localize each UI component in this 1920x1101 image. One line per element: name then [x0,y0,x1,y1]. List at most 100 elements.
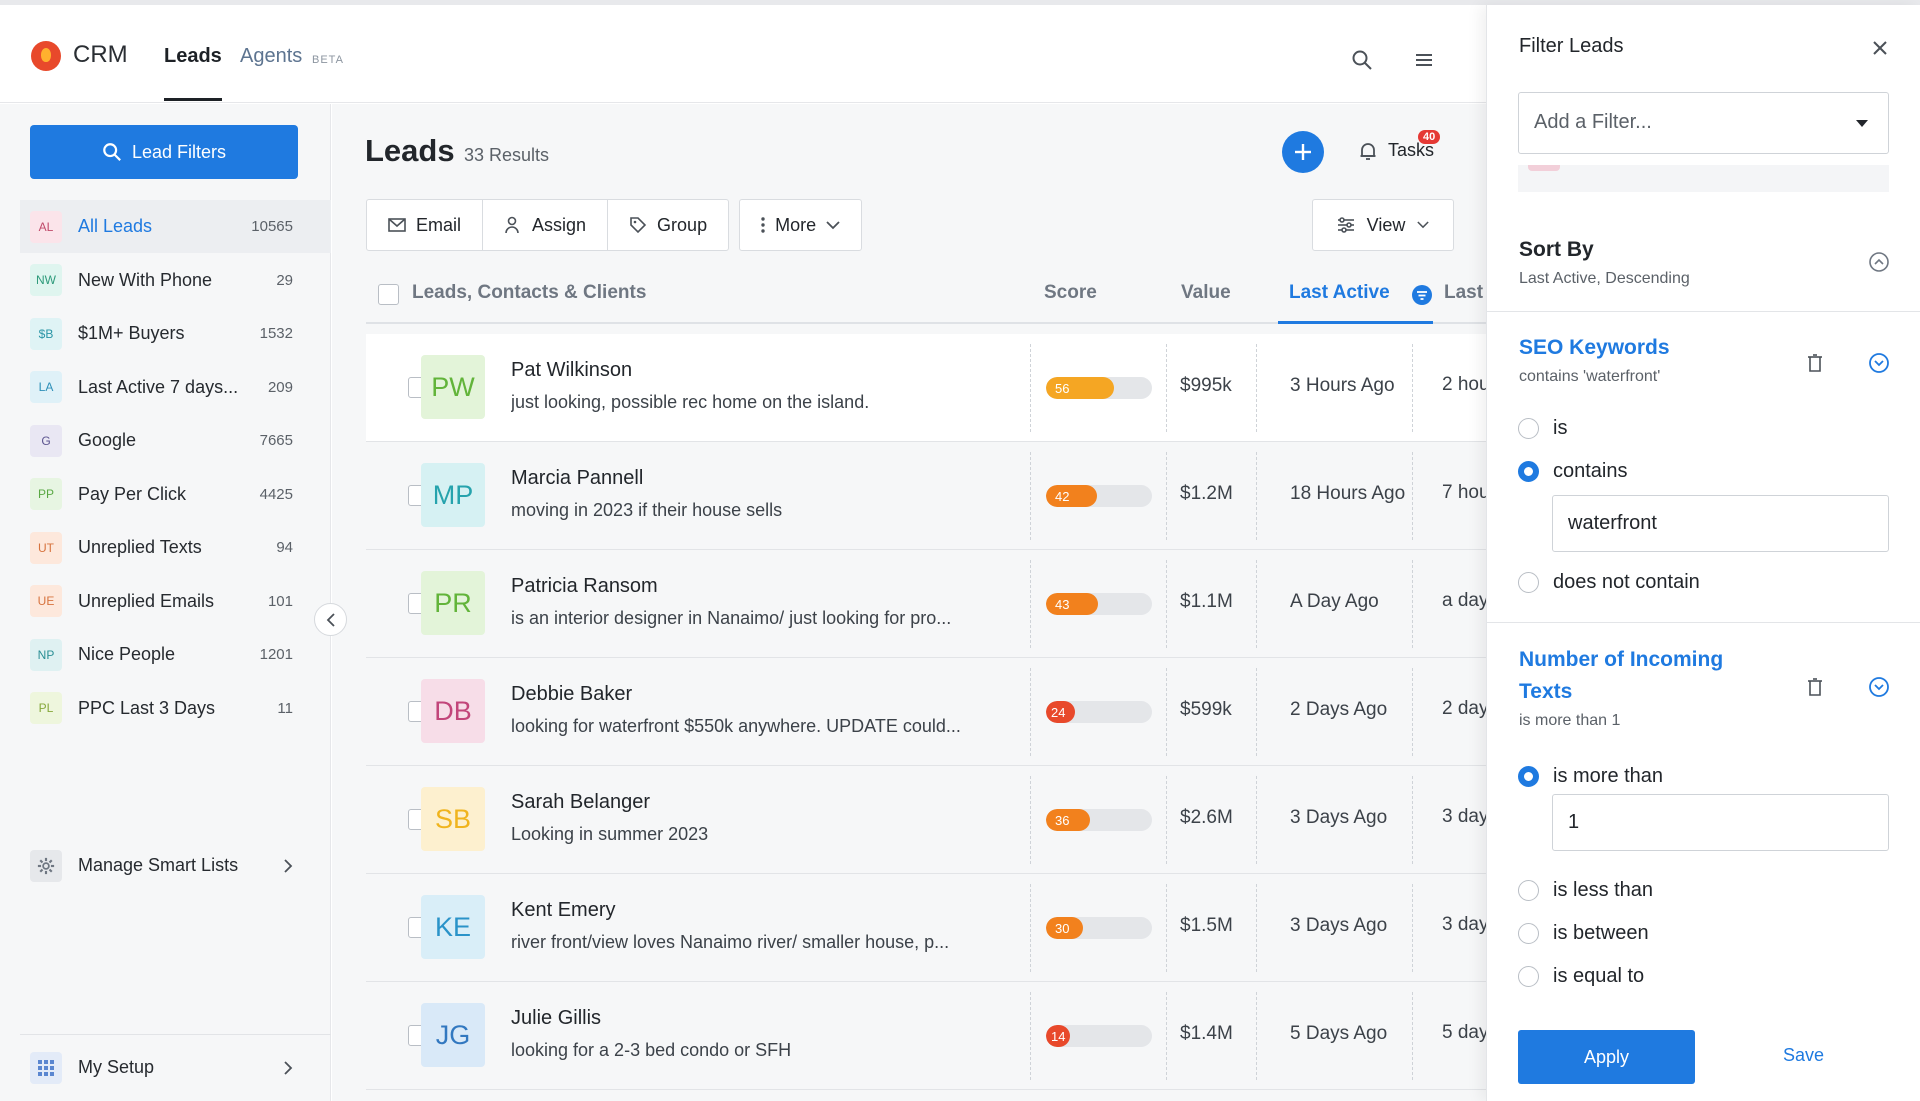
collapse-circle-icon[interactable] [1868,251,1890,273]
incoming-texts-title-line1[interactable]: Number of Incoming [1519,648,1723,672]
nav-tab-leads[interactable]: Leads [164,45,222,101]
list-badge: NW [30,264,62,296]
sidebar-item[interactable]: G Google 7665 [20,414,331,467]
lead-value: $1.4M [1180,1023,1233,1044]
incoming-texts-input[interactable]: 1 [1552,794,1889,851]
expand-circle-icon[interactable] [1868,676,1890,698]
email-button[interactable]: Email [367,200,484,250]
avatar[interactable]: SB [421,787,485,851]
column-leads[interactable]: Leads, Contacts & Clients [412,282,646,304]
table-row[interactable]: JG Julie Gillis looking for a 2-3 bed cond… [366,982,1486,1090]
more-button[interactable]: More [740,200,861,250]
column-divider [1256,884,1257,972]
apply-button[interactable]: Apply [1518,1030,1695,1084]
sidebar-item[interactable]: LA Last Active 7 days... 209 [20,361,331,414]
table-row[interactable]: KE Kent Emery river front/view loves Nanai… [366,874,1486,982]
column-last-active[interactable]: Last Active [1289,282,1390,304]
last-touch: 7 hou [1434,482,1486,504]
radio-label: does not contain [1553,571,1700,593]
save-button[interactable]: Save [1783,1045,1824,1066]
lead-name[interactable]: Sarah Belanger [511,791,650,814]
lead-filters-label: Lead Filters [131,141,227,162]
view-button[interactable]: View [1312,199,1454,251]
sort-filter-icon[interactable] [1411,284,1433,306]
seo-keywords-title[interactable]: SEO Keywords [1519,336,1670,360]
radio-option[interactable]: is equal to [1518,965,1644,988]
table-row[interactable]: PR Patricia Ransom is an interior designer… [366,550,1486,658]
column-score[interactable]: Score [1044,282,1097,304]
radio-label: contains [1553,460,1628,482]
last-touch-text: a day [1442,590,1486,611]
avatar[interactable]: PR [421,571,485,635]
column-divider [1166,560,1167,648]
radio-option[interactable]: does not contain [1518,571,1700,594]
avatar[interactable]: PW [421,355,485,419]
select-all-checkbox[interactable] [378,284,399,305]
column-divider [1030,560,1031,648]
sidebar-item[interactable]: $B $1M+ Buyers 1532 [20,307,331,360]
radio-button[interactable] [1518,880,1539,901]
sidebar-item[interactable]: PP Pay Per Click 4425 [20,468,331,521]
avatar[interactable]: MP [421,463,485,527]
avatar[interactable]: JG [421,1003,485,1067]
sidebar-divider [20,1034,331,1035]
manage-smart-lists[interactable]: Manage Smart Lists [20,839,331,892]
collapse-sidebar-button[interactable] [314,603,347,636]
avatar[interactable]: KE [421,895,485,959]
table-row[interactable]: PW Pat Wilkinson just looking, possible re… [366,334,1486,442]
last-touch: 2 hou [1434,374,1486,396]
lead-name[interactable]: Marcia Pannell [511,467,643,490]
lead-name[interactable]: Pat Wilkinson [511,359,632,382]
radio-option[interactable]: is [1518,417,1567,440]
column-divider [1030,344,1031,432]
radio-button[interactable] [1518,461,1539,482]
lead-name[interactable]: Julie Gillis [511,1007,601,1030]
sidebar-item[interactable]: UE Unreplied Emails 101 [20,575,331,628]
expand-circle-icon[interactable] [1868,352,1890,374]
column-value[interactable]: Value [1181,282,1231,304]
my-setup[interactable]: My Setup [20,1041,331,1094]
seo-keyword-input[interactable]: waterfront [1552,495,1889,552]
lead-name[interactable]: Debbie Baker [511,683,632,706]
close-icon[interactable] [1869,37,1891,59]
table-header: Leads, Contacts & Clients Score Value La… [366,264,1486,324]
assign-button[interactable]: Assign [483,200,609,250]
radio-button[interactable] [1518,766,1539,787]
radio-option[interactable]: is less than [1518,879,1653,902]
radio-option[interactable]: is between [1518,922,1649,945]
sidebar-item[interactable]: NW New With Phone 29 [20,254,331,307]
radio-option[interactable]: contains [1518,460,1628,483]
sidebar-item[interactable]: AL All Leads 10565 [20,200,331,253]
chevron-right-icon [284,1060,293,1075]
column-last-touch[interactable]: Last Tou [1444,282,1486,304]
table-row[interactable]: SB Sarah Belanger Looking in summer 2023 36… [366,766,1486,874]
radio-button[interactable] [1518,966,1539,987]
radio-button[interactable] [1518,418,1539,439]
incoming-texts-title-line2[interactable]: Texts [1519,680,1572,704]
radio-button[interactable] [1518,923,1539,944]
trash-icon[interactable] [1804,676,1826,698]
score-bar: 36 [1046,809,1152,831]
avatar[interactable]: DB [421,679,485,743]
lead-note: just looking, possible rec home on the i… [511,392,870,412]
add-lead-button[interactable] [1282,131,1324,173]
table-row[interactable]: DB Debbie Baker looking for waterfront $55… [366,658,1486,766]
lead-name[interactable]: Kent Emery [511,899,615,922]
sidebar-item[interactable]: UT Unreplied Texts 94 [20,521,331,574]
lead-filters-button[interactable]: Lead Filters [30,125,298,179]
score-value: 24 [1046,701,1076,723]
nav-tab-agents[interactable]: Agents [240,45,302,68]
group-button[interactable]: Group [608,200,728,250]
trash-icon[interactable] [1804,352,1826,374]
radio-option[interactable]: is more than [1518,765,1663,788]
radio-button[interactable] [1518,572,1539,593]
lead-name[interactable]: Patricia Ransom [511,575,658,598]
add-filter-select[interactable]: Add a Filter... [1518,92,1889,154]
chevron-down-icon [826,220,840,229]
radio-label: is less than [1553,879,1654,901]
search-icon[interactable] [1351,49,1373,71]
sidebar-item[interactable]: PL PPC Last 3 Days 11 [20,682,331,735]
menu-icon[interactable] [1413,49,1435,71]
table-row[interactable]: MP Marcia Pannell moving in 2023 if their … [366,442,1486,550]
sidebar-item[interactable]: NP Nice People 1201 [20,628,331,681]
